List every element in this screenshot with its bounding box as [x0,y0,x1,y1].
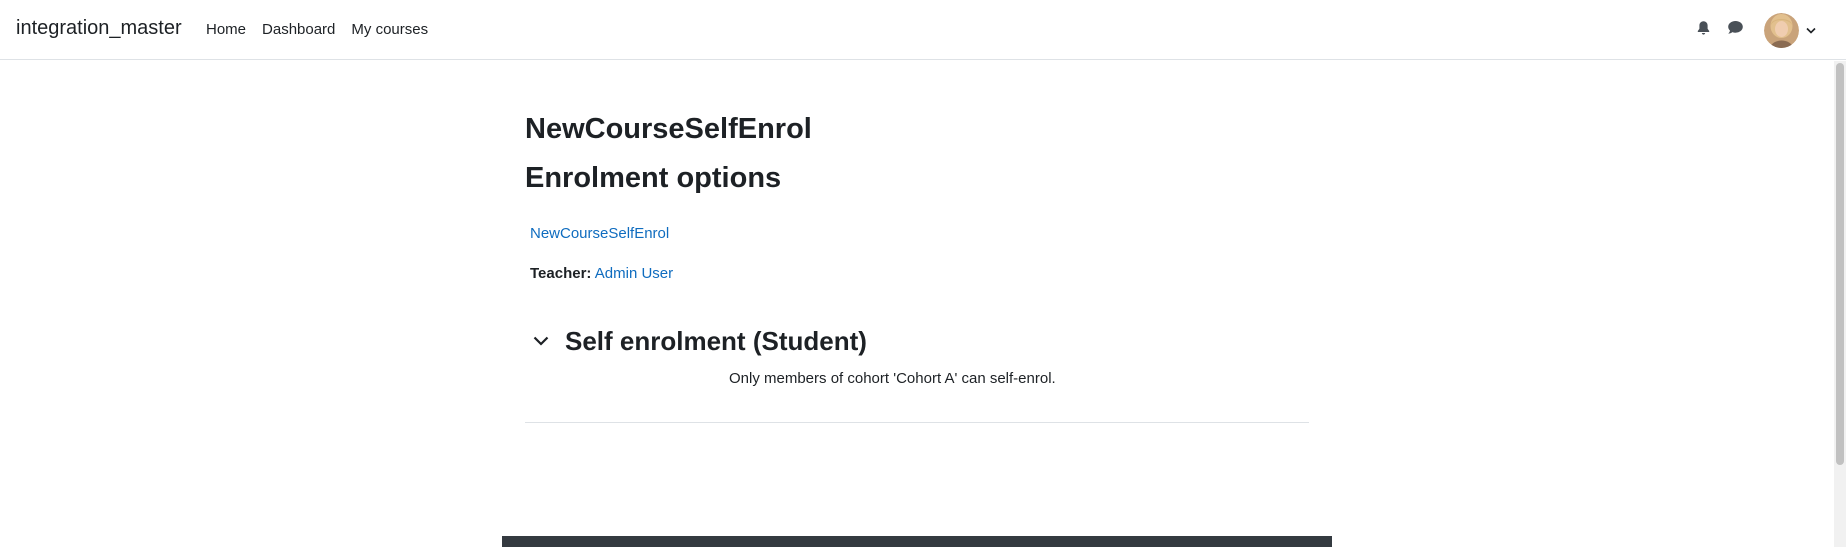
nav-item-dashboard[interactable]: Dashboard [254,0,343,60]
primary-navigation: Home Dashboard My courses [198,0,436,60]
page-title: NewCourseSelfEnrol [525,113,812,145]
self-enrolment-message: Only members of cohort 'Cohort A' can se… [729,370,1056,387]
page-scrollbar[interactable] [1834,61,1846,547]
page-subtitle: Enrolment options [525,162,782,194]
chevron-down-icon [1805,24,1817,36]
nav-item-my-courses[interactable]: My courses [343,0,436,60]
course-contact: Teacher: Admin User [530,265,673,282]
bell-icon [1696,20,1711,41]
site-name-link[interactable]: integration_master [16,17,182,40]
teacher-label: Teacher: [530,265,592,282]
top-navbar: integration_master Home Dashboard My cou… [0,0,1846,60]
nav-item-home[interactable]: Home [198,0,254,60]
course-name-link[interactable]: NewCourseSelfEnrol [530,225,669,242]
notifications-button[interactable] [1693,20,1713,40]
section-divider [525,422,1309,423]
self-enrolment-heading[interactable]: Self enrolment (Student) [565,324,867,358]
chevron-down-icon [533,333,549,351]
page-footer [502,536,1332,547]
chat-bubble-icon [1727,20,1744,40]
user-menu-toggle[interactable] [1764,12,1817,48]
teacher-name-link[interactable]: Admin User [595,265,673,282]
messages-button[interactable] [1725,20,1745,40]
avatar [1764,12,1799,48]
collapse-section-button[interactable] [532,333,550,351]
scrollbar-thumb[interactable] [1836,63,1844,465]
